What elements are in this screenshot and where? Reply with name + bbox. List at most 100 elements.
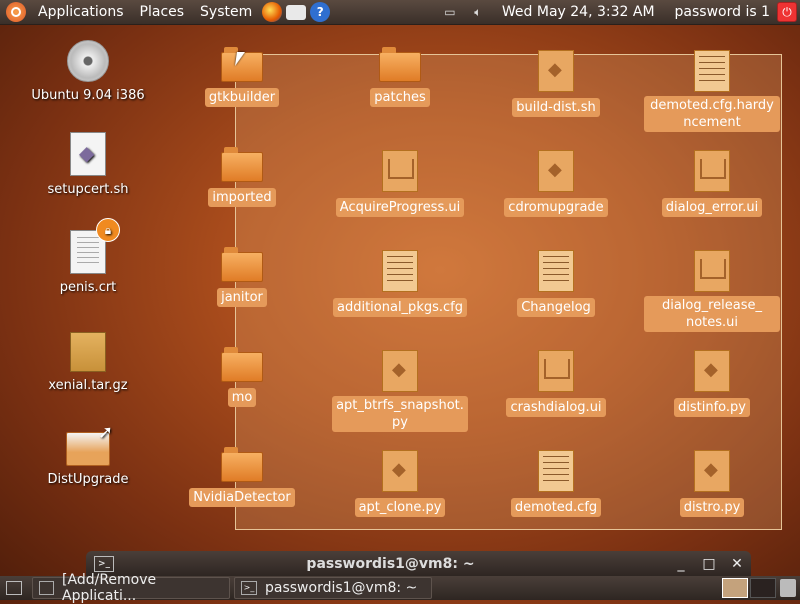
workspace-switcher [720,578,800,598]
file-changelog[interactable]: Changelog [481,250,631,317]
window-title: passwordis1@vm8: ~ [306,555,475,572]
text-file-icon [538,250,574,292]
desktop-icon-crt[interactable]: 🔒︎ penis.crt [28,218,148,295]
desktop-icon-ubuntu-cd[interactable]: Ubuntu 9.04 i386 [28,40,148,103]
cd-icon [67,40,109,82]
file-label: demoted.cfg.hardy ncement [644,96,780,132]
task-label: passwordis1@vm8: ~ [265,580,418,596]
file-demoted-hardy[interactable]: demoted.cfg.hardy ncement [637,50,787,132]
desktop-icon-label: xenial.tar.gz [48,378,128,393]
trash-icon[interactable] [780,579,796,597]
file-label: patches [370,88,430,107]
file-distro[interactable]: distro.py [637,450,787,517]
file-label: dialog_release_ notes.ui [644,296,780,332]
folder-icon [221,247,263,282]
script-icon [382,450,418,492]
file-imported[interactable]: imported [167,147,317,207]
script-icon [694,450,730,492]
file-build-dist[interactable]: build-dist.sh [481,50,631,117]
file-label: demoted.cfg [510,498,602,517]
script-icon [538,50,574,92]
menu-applications[interactable]: Applications [30,0,132,24]
maximize-button[interactable]: □ [695,556,723,572]
close-button[interactable]: ✕ [723,556,751,572]
package-icon [39,581,55,595]
desktop-icon-xenial[interactable]: xenial.tar.gz [28,332,148,393]
terminal-icon: >_ [94,555,114,572]
panel-right-area: ▭ 🔈︎ Wed May 24, 3:32 AM password is 1 ⏻ [436,0,800,24]
file-acquireprogress[interactable]: AcquireProgress.ui [325,150,475,217]
file-nvidiadetector[interactable]: NvidiaDetector [167,447,317,507]
script-icon [70,132,106,176]
file-label-line1: demoted.cfg.hardy [650,98,774,113]
help-icon[interactable]: ? [310,2,331,22]
file-label: apt_clone.py [354,498,446,517]
clock[interactable]: Wed May 24, 3:32 AM [492,4,665,20]
file-label: crashdialog.ui [506,398,606,417]
folder-icon [221,147,263,182]
file-label: cdromupgrade [504,198,608,217]
file-cdromupgrade[interactable]: cdromupgrade [481,150,631,217]
ui-file-icon [694,150,730,192]
text-file-icon [538,450,574,492]
file-label: AcquireProgress.ui [335,198,465,217]
folder-icon [379,47,421,82]
workspace-1[interactable] [722,578,748,598]
file-label: apt_btrfs_snapshot. py [332,396,468,432]
file-dialog-release-notes[interactable]: dialog_release_ notes.ui [637,250,787,332]
network-icon[interactable]: ▭ [442,5,458,19]
volume-icon[interactable]: 🔈︎ [470,5,486,19]
file-crashdialog[interactable]: crashdialog.ui [481,350,631,417]
workspace-2[interactable] [750,578,776,598]
file-apt-btrfs-snapshot[interactable]: apt_btrfs_snapshot. py [325,350,475,432]
menu-places[interactable]: Places [132,0,193,24]
lock-icon: 🔒︎ [96,218,120,242]
show-desktop-icon[interactable] [6,581,22,595]
file-label: Changelog [517,298,595,317]
file-label: imported [208,188,276,207]
menu-system[interactable]: System [192,0,260,24]
file-apt-clone[interactable]: apt_clone.py [325,450,475,517]
ubuntu-logo-icon[interactable] [6,2,26,22]
file-label-line2: notes.ui [685,315,739,330]
file-label-line2: ncement [683,115,741,130]
file-label: gtkbuilder [204,88,280,107]
script-icon [382,350,418,392]
task-add-remove-applications[interactable]: [Add/Remove Applicati... [32,572,230,604]
archive-icon [70,332,106,372]
link-arrow-icon: ➚ [98,422,114,443]
file-dialog-error[interactable]: dialog_error.ui [637,150,787,217]
ui-file-icon [694,250,730,292]
file-label: build-dist.sh [512,98,600,117]
file-label: additional_pkgs.cfg [333,298,467,317]
file-label: mo [227,388,257,407]
file-mo[interactable]: mo [167,347,317,407]
text-file-icon [382,250,418,292]
bottom-panel: [Add/Remove Applicati... >_ passwordis1@… [0,572,800,604]
text-file-icon [694,50,730,92]
file-patches[interactable]: patches [325,47,475,107]
task-label: [Add/Remove Applicati... [62,572,157,604]
mail-icon[interactable] [286,4,307,20]
top-panel: Applications Places System ? ▭ 🔈︎ Wed Ma… [0,0,800,25]
file-label: distro.py [679,498,745,517]
power-icon[interactable]: ⏻ [777,2,797,22]
file-additional-pkgs[interactable]: additional_pkgs.cfg [325,250,475,317]
folder-icon [221,347,263,382]
desktop-icon-setupcert[interactable]: setupcert.sh [28,132,148,197]
firefox-icon[interactable] [262,2,283,22]
desktop-icon-distupgrade[interactable]: ➚ DistUpgrade [28,422,148,487]
desktop-icon-label: DistUpgrade [47,472,129,487]
task-terminal[interactable]: >_ passwordis1@vm8: ~ [234,577,432,599]
file-janitor[interactable]: janitor [167,247,317,307]
script-icon [538,150,574,192]
file-label-line1: apt_btrfs_snapshot. [336,398,464,413]
file-label-line2: py [392,415,408,430]
terminal-icon: >_ [241,581,257,595]
desktop-icon-label: setupcert.sh [47,182,129,197]
file-distinfo[interactable]: distinfo.py [637,350,787,417]
minimize-button[interactable]: _ [667,556,695,572]
file-demoted-cfg[interactable]: demoted.cfg [481,450,631,517]
user-switcher[interactable]: password is 1 [665,4,774,20]
file-label: dialog_error.ui [661,198,763,217]
